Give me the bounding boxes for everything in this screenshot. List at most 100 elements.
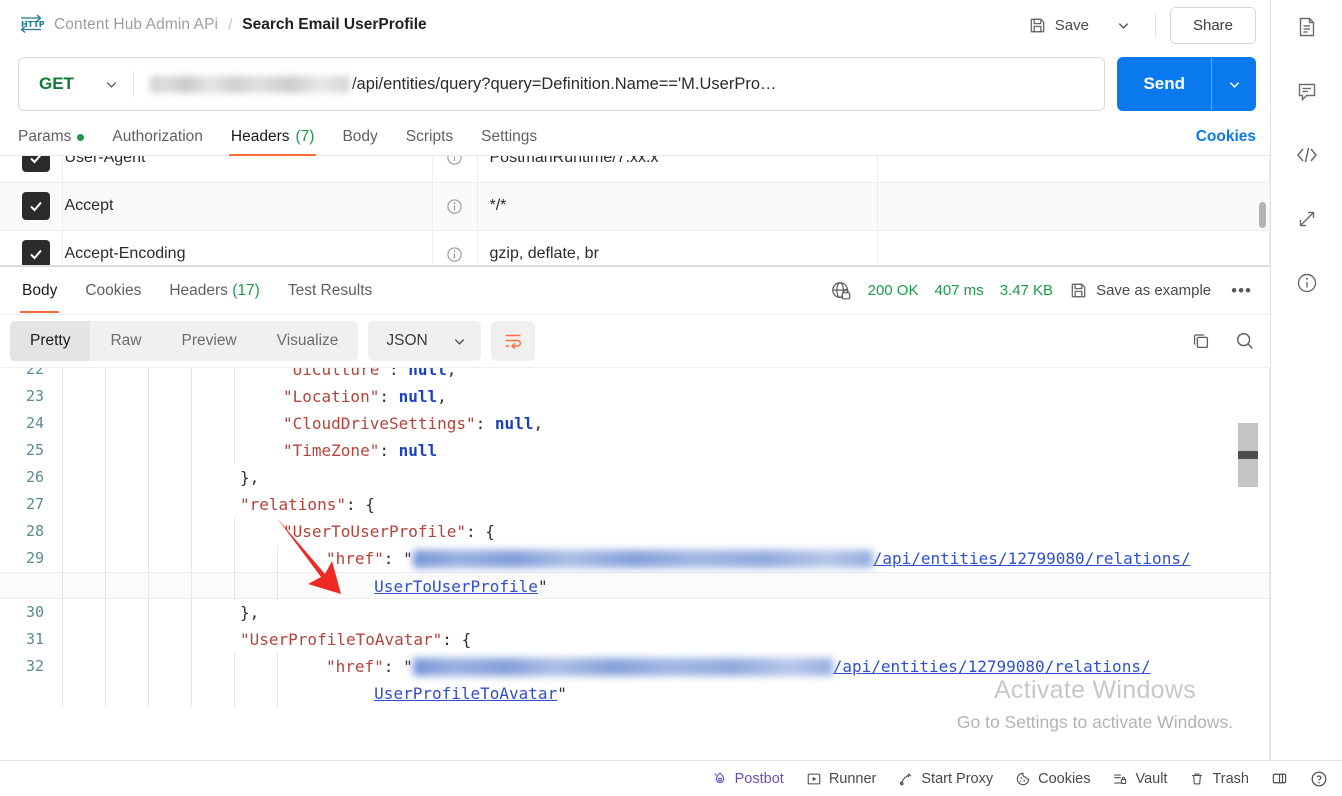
- runner-button[interactable]: Runner: [806, 771, 876, 787]
- header-desc-cell[interactable]: [877, 182, 1270, 231]
- breadcrumb-collection[interactable]: Content Hub Admin APi: [54, 16, 218, 34]
- save-options-button[interactable]: [1107, 10, 1141, 40]
- scrollbar-thumb-upper[interactable]: [1238, 423, 1258, 451]
- response-pane: Body Cookies Headers (17) Test Results 2…: [0, 266, 1270, 760]
- tab-settings[interactable]: Settings: [467, 128, 551, 155]
- tab-body[interactable]: Body: [328, 128, 391, 155]
- table-row[interactable]: Accept */*: [0, 182, 1270, 231]
- header-key-cell[interactable]: User-Agent: [62, 156, 433, 183]
- tab-params[interactable]: Params: [18, 128, 98, 155]
- word-wrap-icon[interactable]: [490, 321, 535, 361]
- table-row[interactable]: User-Agent PostmanRuntime/7.xx.x: [0, 156, 1270, 183]
- tab-scripts[interactable]: Scripts: [392, 128, 467, 155]
- info-circle-icon[interactable]: [433, 156, 477, 166]
- response-more-button[interactable]: •••: [1227, 281, 1256, 301]
- json-punct: : {: [345, 495, 375, 514]
- view-visualize[interactable]: Visualize: [257, 321, 359, 361]
- json-key: "href": [326, 657, 384, 676]
- comment-icon[interactable]: [1290, 74, 1324, 108]
- json-punct: ": [557, 684, 567, 703]
- vault-button[interactable]: Vault: [1112, 771, 1167, 787]
- response-body-code[interactable]: 22 "UiCulture": null, 23 "Location": nul…: [0, 367, 1270, 760]
- info-circle-icon[interactable]: [433, 246, 477, 263]
- scrollbar-thumb-lower[interactable]: [1238, 459, 1258, 487]
- code-text: "relations": {: [234, 491, 1270, 518]
- json-key-relations: "relations": [240, 495, 346, 514]
- line-number: 24: [25, 414, 44, 432]
- http-method-select[interactable]: GET: [19, 58, 133, 110]
- copy-icon[interactable]: [1190, 330, 1212, 352]
- json-key: "UiCulture": [283, 367, 389, 379]
- json-link[interactable]: /api/entities/12799080/relations/: [873, 549, 1191, 568]
- layout-panels-icon[interactable]: [1271, 770, 1288, 787]
- help-circle-icon[interactable]: [1310, 770, 1328, 788]
- checkbox-checked-icon[interactable]: [22, 156, 50, 172]
- url-input[interactable]: /api/entities/query?query=Definition.Nam…: [134, 58, 1104, 110]
- header-value-cell[interactable]: gzip, deflate, br: [477, 230, 878, 265]
- send-options-button[interactable]: [1212, 57, 1256, 111]
- response-tab-body[interactable]: Body: [8, 268, 71, 313]
- response-body-scrollbar[interactable]: [1238, 423, 1258, 493]
- url-hidden-host: [149, 75, 350, 93]
- response-tab-test-results[interactable]: Test Results: [274, 268, 386, 313]
- save-as-example-button[interactable]: Save as example: [1069, 281, 1211, 300]
- code-line: 30 },: [0, 599, 1270, 626]
- trash-label: Trash: [1212, 770, 1249, 787]
- header-key-cell[interactable]: Accept-Encoding: [62, 230, 433, 265]
- header-value-cell[interactable]: */*: [477, 182, 878, 231]
- header-key-cell[interactable]: Accept: [62, 182, 433, 231]
- share-button[interactable]: Share: [1169, 6, 1256, 44]
- play-box-icon: [806, 771, 822, 787]
- response-tab-cookies[interactable]: Cookies: [71, 268, 155, 313]
- header-value-cell[interactable]: PostmanRuntime/7.xx.x: [477, 156, 878, 183]
- code-text: "TimeZone": null: [277, 437, 1270, 464]
- request-cookies-link[interactable]: Cookies: [1196, 128, 1256, 155]
- checkbox-checked-icon[interactable]: [22, 240, 50, 265]
- info-circle-icon[interactable]: [433, 198, 477, 215]
- json-null: null: [398, 441, 438, 460]
- postbot-icon: [712, 771, 728, 787]
- cookies-button[interactable]: Cookies: [1015, 771, 1090, 787]
- response-status-area: 200 OK 407 ms 3.47 KB Save as example ••…: [830, 280, 1256, 302]
- code-text: UserProfileToAvatar": [320, 680, 1270, 707]
- header-desc-cell[interactable]: [877, 230, 1270, 265]
- json-null: null: [408, 367, 447, 379]
- save-button[interactable]: Save: [1020, 10, 1097, 41]
- view-pretty[interactable]: Pretty: [10, 321, 91, 361]
- json-link[interactable]: /api/entities/12799080/relations/: [833, 657, 1151, 676]
- start-proxy-button[interactable]: Start Proxy: [898, 771, 993, 787]
- tab-authorization[interactable]: Authorization: [98, 128, 216, 155]
- info-circle-icon[interactable]: [1290, 266, 1324, 300]
- header-desc-cell[interactable]: [877, 156, 1270, 183]
- json-link-continuation[interactable]: UserToUserProfile: [374, 577, 538, 596]
- search-icon[interactable]: [1234, 330, 1256, 352]
- view-preview[interactable]: Preview: [162, 321, 257, 361]
- send-button[interactable]: Send: [1117, 57, 1211, 111]
- scrollbar-thumb-marker[interactable]: [1238, 451, 1258, 459]
- start-proxy-label: Start Proxy: [921, 770, 994, 787]
- code-icon[interactable]: [1290, 138, 1324, 172]
- cookies-label: Cookies: [1038, 770, 1091, 787]
- tab-headers[interactable]: Headers (7): [217, 128, 329, 156]
- globe-lock-icon[interactable]: [830, 280, 852, 302]
- trash-button[interactable]: Trash: [1189, 771, 1249, 787]
- send-button-group: Send: [1117, 57, 1256, 111]
- code-line: 32 "href": " /api/entities/12799080/relat…: [0, 653, 1270, 680]
- json-punct: ,: [437, 387, 447, 406]
- request-header: HTTP Content Hub Admin APi / Search Emai…: [0, 0, 1270, 50]
- json-punct: ,: [533, 414, 544, 433]
- documentation-icon[interactable]: [1290, 10, 1324, 44]
- expand-collapse-icon[interactable]: [1290, 202, 1324, 236]
- json-key: "Location": [283, 387, 380, 406]
- code-line: 25 "TimeZone": null: [0, 437, 1270, 464]
- checkbox-checked-icon[interactable]: [22, 192, 50, 220]
- json-link-continuation[interactable]: UserProfileToAvatar: [374, 684, 557, 703]
- view-raw[interactable]: Raw: [90, 321, 161, 361]
- headers-scrollbar[interactable]: [1259, 202, 1266, 228]
- postbot-button[interactable]: Postbot: [712, 771, 784, 787]
- response-tab-headers[interactable]: Headers (17): [155, 268, 273, 313]
- response-language-select[interactable]: JSON: [368, 321, 481, 361]
- header-enabled-cell: [0, 156, 63, 183]
- table-row[interactable]: Accept-Encoding gzip, deflate, br: [0, 230, 1270, 265]
- response-tab-headers-label: Headers: [169, 282, 228, 299]
